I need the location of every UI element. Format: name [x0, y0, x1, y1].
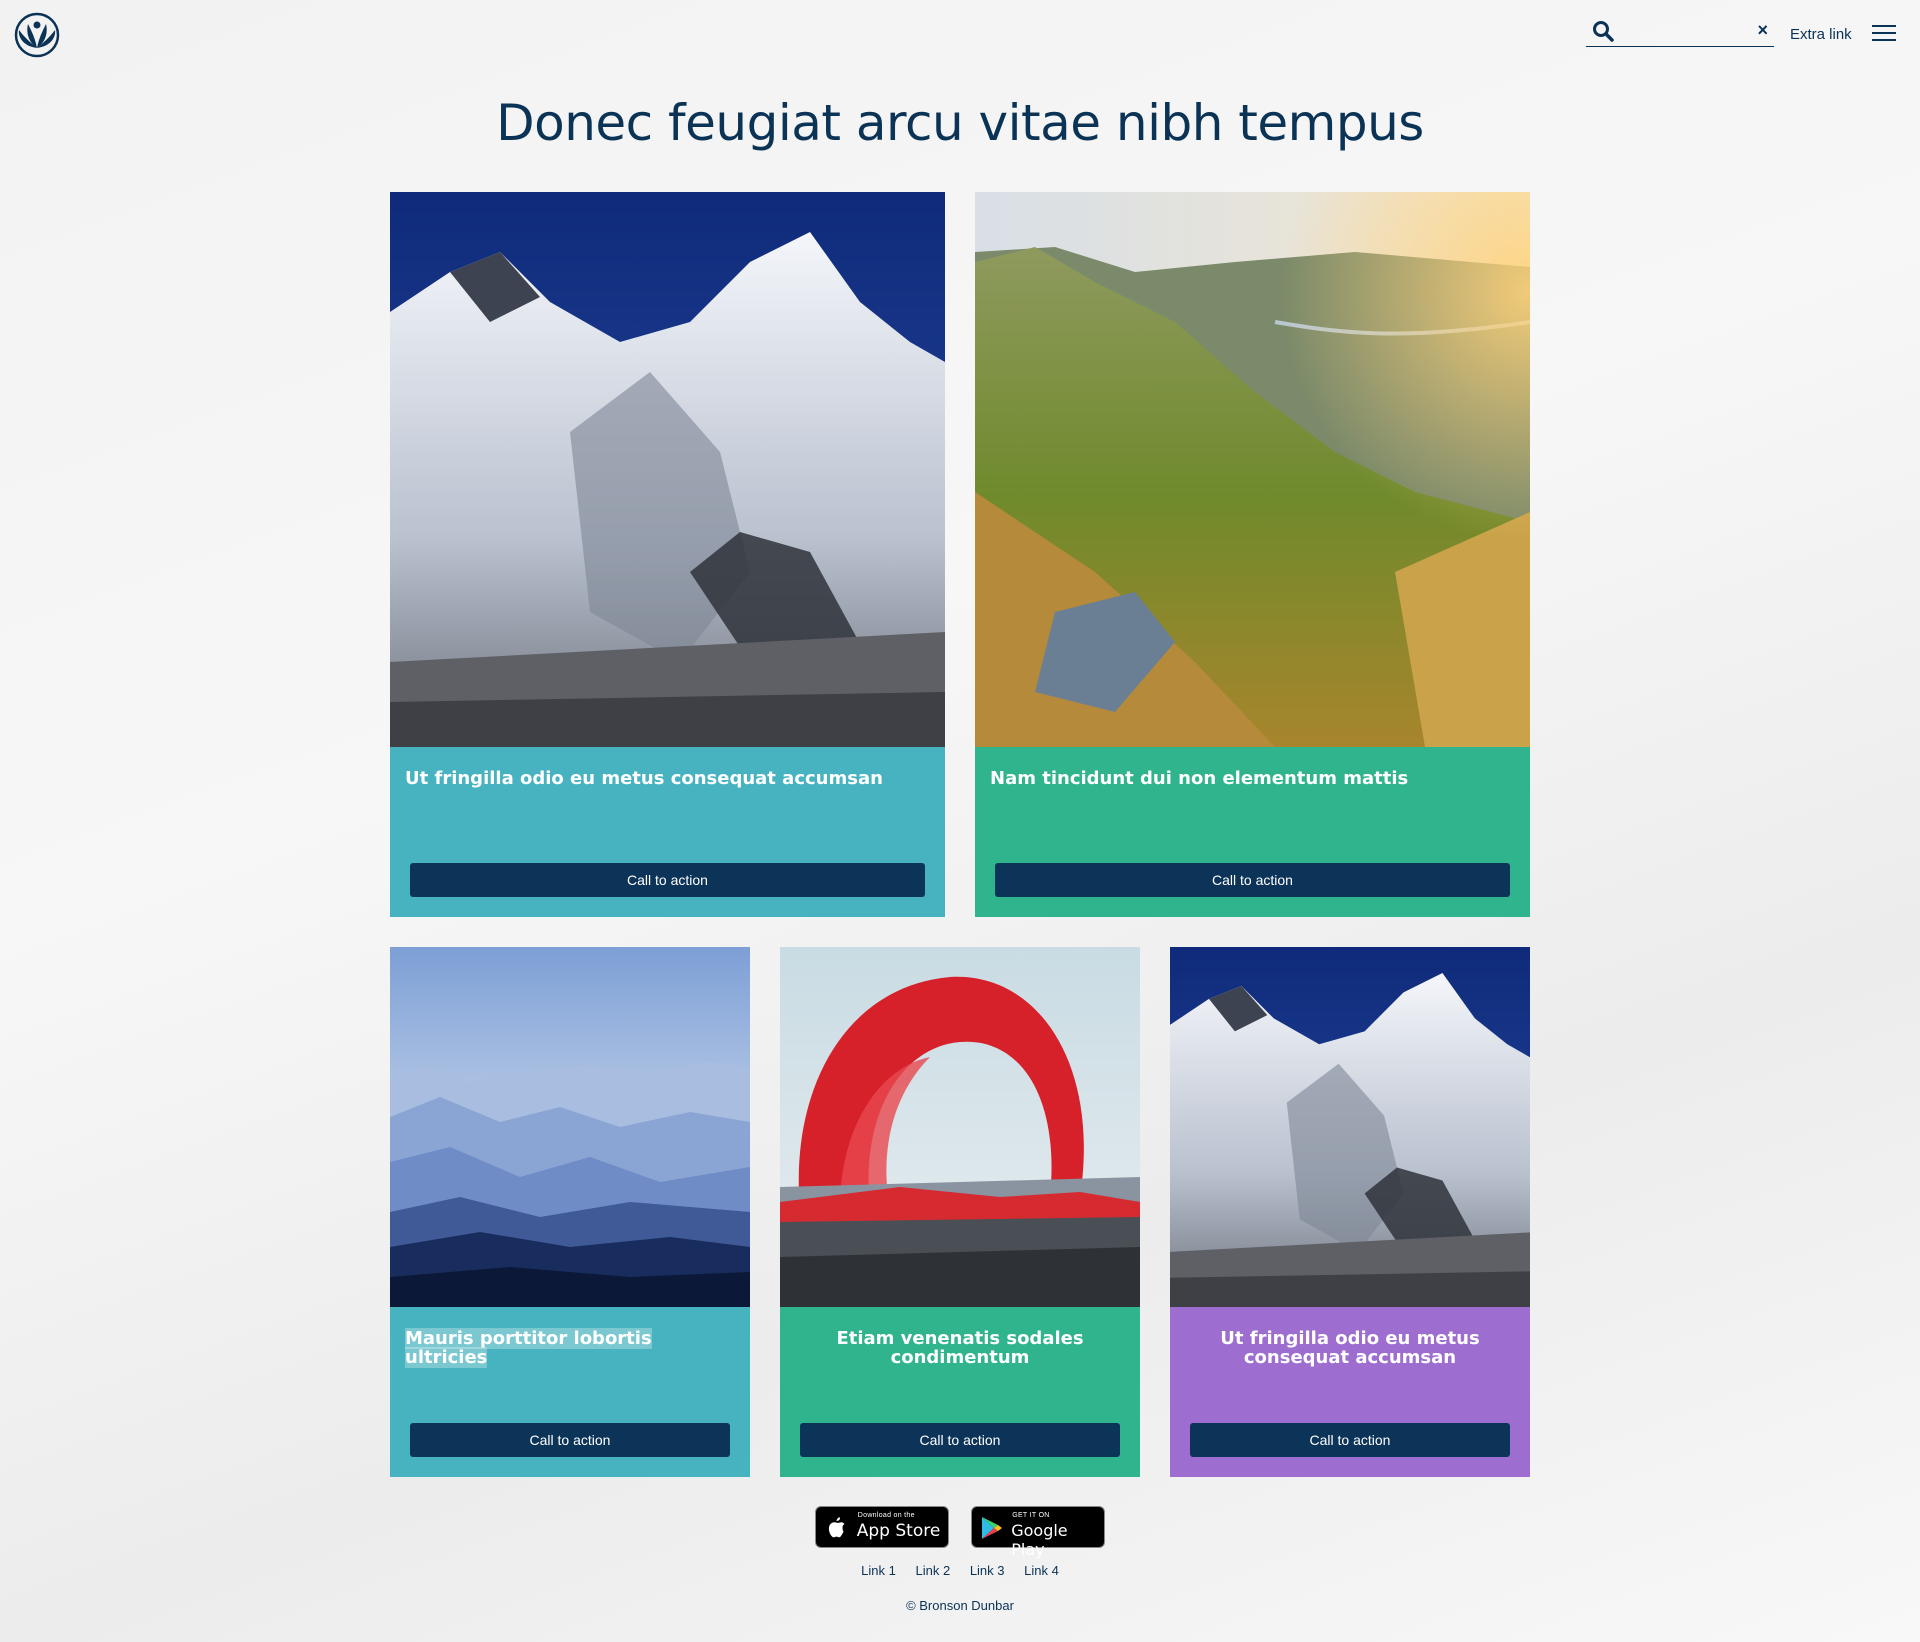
- card-body: Nam tincidunt dui non elementum mattis C…: [975, 747, 1530, 917]
- card-title: Nam tincidunt dui non elementum mattis: [990, 768, 1409, 789]
- card-2: Nam tincidunt dui non elementum mattis C…: [975, 192, 1530, 917]
- search-icon[interactable]: [1592, 20, 1614, 42]
- card-title-text: Mauris porttitor lobortis ultricies: [405, 1328, 652, 1368]
- app-badges: Download on the App Store GET IT ON Goog…: [0, 1506, 1920, 1559]
- app-store-text: App Store: [856, 1521, 941, 1541]
- google-play-small-text: GET IT ON: [1012, 1512, 1050, 1519]
- call-to-action-button[interactable]: Call to action: [800, 1423, 1120, 1457]
- search-box: ×: [1586, 18, 1774, 47]
- misty-mountains-image: [390, 947, 750, 1307]
- copyright: © Bronson Dunbar: [906, 1598, 1014, 1613]
- footer-link-1[interactable]: Link 1: [861, 1563, 896, 1578]
- search-input[interactable]: [1620, 20, 1742, 44]
- app-store-badge[interactable]: Download on the App Store: [814, 1506, 949, 1548]
- google-play-text: Google Play: [1011, 1521, 1068, 1559]
- card-5: Ut fringilla odio eu metus consequat acc…: [1170, 947, 1530, 1477]
- call-to-action-button[interactable]: Call to action: [1190, 1423, 1510, 1457]
- card-title: Ut fringilla odio eu metus consequat acc…: [405, 768, 883, 789]
- card-body: Ut fringilla odio eu metus consequat acc…: [1170, 1307, 1530, 1477]
- valley-image: [975, 192, 1530, 747]
- footer-links: Link 1 Link 2 Link 3 Link 4: [0, 1563, 1920, 1578]
- card-title: Etiam venenatis sodales condimentum: [836, 1328, 1084, 1368]
- close-icon[interactable]: ×: [1757, 18, 1768, 42]
- lava-image: [780, 947, 1140, 1307]
- apple-icon: [828, 1517, 845, 1538]
- card-title: Mauris porttitor lobortis ultricies: [390, 1307, 750, 1368]
- page-title: Donec feugiat arcu vitae nibh tempus: [496, 94, 1424, 152]
- footer-link-4[interactable]: Link 4: [1024, 1563, 1059, 1578]
- card-title: Ut fringilla odio eu metus consequat acc…: [1220, 1328, 1480, 1368]
- app-store-small-text: Download on the: [857, 1512, 915, 1519]
- top-bar: × Extra link: [0, 0, 1920, 70]
- card-body: Etiam venenatis sodales condimentum Call…: [780, 1307, 1140, 1477]
- footer-link-3[interactable]: Link 3: [970, 1563, 1005, 1578]
- google-play-icon: [982, 1517, 1003, 1539]
- card-3: Mauris porttitor lobortis ultricies Call…: [390, 947, 750, 1477]
- footer-link-2[interactable]: Link 2: [915, 1563, 950, 1578]
- card-body: Mauris porttitor lobortis ultricies Call…: [390, 1307, 750, 1477]
- google-play-badge[interactable]: GET IT ON Google Play: [971, 1506, 1106, 1559]
- call-to-action-button[interactable]: Call to action: [410, 863, 925, 897]
- logo-icon[interactable]: [14, 12, 60, 58]
- call-to-action-button[interactable]: Call to action: [995, 863, 1510, 897]
- call-to-action-button[interactable]: Call to action: [410, 1423, 730, 1457]
- hamburger-menu-icon[interactable]: [1872, 25, 1896, 45]
- extra-link[interactable]: Extra link: [1790, 26, 1852, 43]
- mountain-image: [1170, 947, 1530, 1307]
- mountain-image: [390, 192, 945, 747]
- card-1: Ut fringilla odio eu metus consequat acc…: [390, 192, 945, 917]
- card-4: Etiam venenatis sodales condimentum Call…: [780, 947, 1140, 1477]
- card-body: Ut fringilla odio eu metus consequat acc…: [390, 747, 945, 917]
